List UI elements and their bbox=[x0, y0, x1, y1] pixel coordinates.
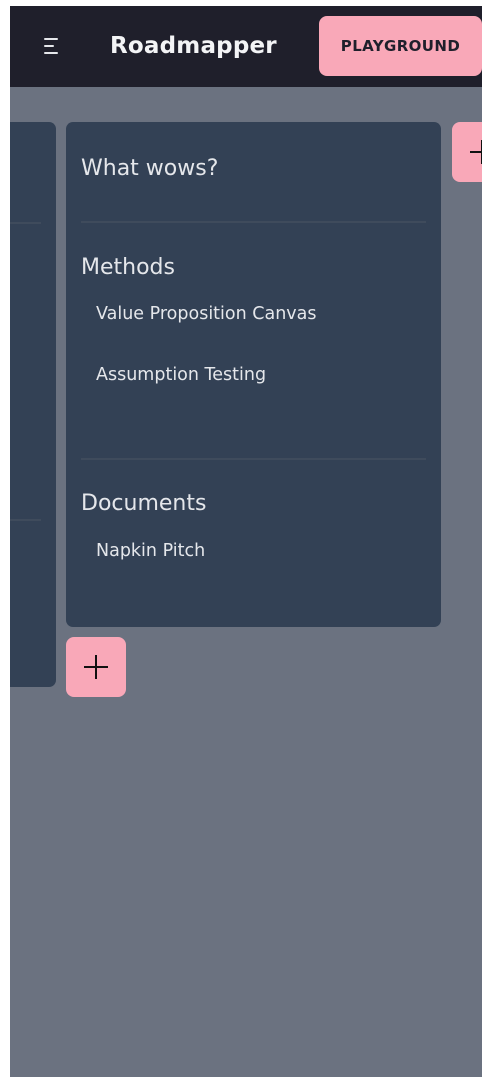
document-item-napkin-pitch[interactable]: Napkin Pitch bbox=[96, 539, 205, 563]
previous-card bbox=[10, 122, 56, 687]
board-viewport: Roadmapper PLAYGROUND What wows? Methods… bbox=[10, 6, 482, 1077]
documents-heading: Documents bbox=[81, 491, 207, 516]
top-bar: Roadmapper PLAYGROUND bbox=[10, 6, 482, 87]
card-divider bbox=[10, 222, 41, 224]
method-item-assumption-testing[interactable]: Assumption Testing bbox=[96, 363, 266, 387]
app-title: Roadmapper bbox=[110, 33, 277, 59]
add-card-button[interactable] bbox=[66, 637, 126, 697]
methods-heading: Methods bbox=[81, 255, 175, 280]
card-title: What wows? bbox=[81, 156, 219, 181]
menu-icon[interactable] bbox=[44, 36, 64, 56]
add-stage-button[interactable] bbox=[452, 122, 482, 182]
card-divider bbox=[81, 221, 426, 223]
method-item-value-proposition-canvas[interactable]: Value Proposition Canvas bbox=[96, 302, 317, 326]
playground-button[interactable]: PLAYGROUND bbox=[319, 16, 482, 76]
card-divider bbox=[10, 519, 41, 521]
stage-card: What wows? Methods Value Proposition Can… bbox=[66, 122, 441, 627]
card-divider bbox=[81, 458, 426, 460]
